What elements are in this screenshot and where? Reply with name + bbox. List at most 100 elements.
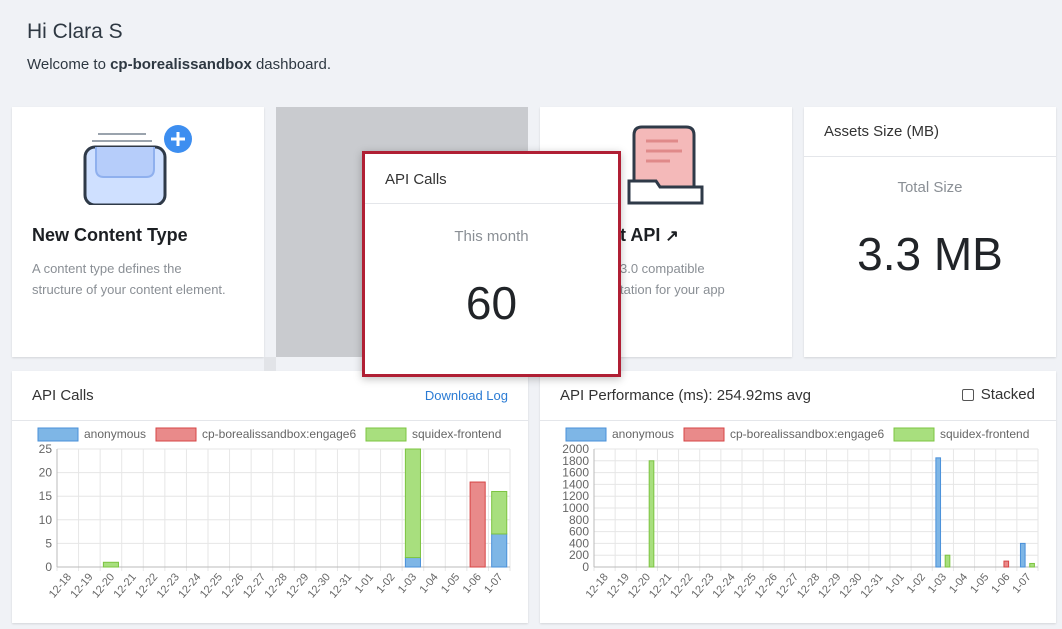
legend-label: squidex-frontend bbox=[412, 427, 501, 441]
api-calls-summary-title: API Calls bbox=[385, 171, 447, 188]
x-tick-label: 12-31 bbox=[858, 571, 885, 600]
x-tick-label: 12-23 bbox=[689, 571, 716, 600]
api-calls-chart: anonymous cp-borealissandbox:engage6 squid… bbox=[37, 427, 511, 600]
stacked-label: Stacked bbox=[980, 386, 1035, 403]
total-size-value: 3.3 MB bbox=[857, 228, 1003, 280]
legend-swatch bbox=[37, 427, 79, 442]
api-calls-summary-card[interactable]: API Calls This month 60 bbox=[362, 151, 621, 377]
y-tick-label: 15 bbox=[39, 489, 53, 503]
api-calls-chart-card: API Calls Download Log anonymous cp-borea… bbox=[12, 371, 528, 623]
x-tick-label: 12-27 bbox=[241, 571, 268, 600]
x-tick-label: 12-24 bbox=[176, 571, 203, 600]
x-tick-label: 12-28 bbox=[263, 571, 290, 600]
x-tick-label: 12-22 bbox=[668, 571, 695, 600]
x-tick-label: 12-30 bbox=[837, 571, 864, 600]
bar bbox=[469, 481, 486, 568]
legend-label: cp-borealissandbox:engage6 bbox=[202, 427, 356, 441]
total-size-label: Total Size bbox=[897, 179, 963, 196]
stacked-checkbox[interactable] bbox=[961, 388, 974, 401]
api-docs-desc-line1: 3.0 compatible bbox=[620, 261, 705, 276]
x-tick-label: 12-19 bbox=[605, 571, 632, 600]
this-month-label: This month bbox=[454, 228, 529, 245]
legend-label: anonymous bbox=[84, 427, 146, 441]
y-tick-label: 0 bbox=[45, 560, 52, 574]
x-tick-label: 1-04 bbox=[947, 571, 970, 596]
x-tick-label: 12-23 bbox=[155, 571, 182, 600]
x-tick-label: 1-01 bbox=[353, 571, 376, 596]
external-link-icon: ↗ bbox=[665, 228, 679, 245]
legend-swatch bbox=[565, 427, 607, 442]
x-tick-label: 12-22 bbox=[133, 571, 160, 600]
bar bbox=[944, 554, 951, 568]
bar bbox=[491, 490, 508, 535]
x-tick-label: 12-26 bbox=[219, 571, 246, 600]
legend-label: squidex-frontend bbox=[940, 427, 1029, 441]
new-content-type-title: New Content Type bbox=[32, 225, 188, 245]
assets-size-card: Assets Size (MB) Total Size 3.3 MB bbox=[804, 107, 1056, 357]
x-tick-label: 12-29 bbox=[284, 571, 311, 600]
x-tick-label: 12-18 bbox=[584, 571, 611, 600]
assets-size-title: Assets Size (MB) bbox=[824, 123, 940, 140]
x-tick-label: 1-06 bbox=[461, 571, 484, 596]
legend-swatch bbox=[683, 427, 725, 442]
new-content-type-description: A content type defines the structure of … bbox=[32, 261, 226, 297]
legend-swatch bbox=[155, 427, 197, 442]
x-tick-label: 12-25 bbox=[732, 571, 759, 600]
api-docs-desc-line2: tation for your app bbox=[620, 282, 725, 297]
legend-swatch bbox=[893, 427, 935, 442]
api-docs-title-text: t API bbox=[620, 225, 661, 245]
x-tick-label: 1-02 bbox=[374, 571, 397, 596]
bar bbox=[404, 448, 421, 559]
api-docs-description: 3.0 compatible tation for your app bbox=[620, 258, 790, 300]
x-tick-label: 12-20 bbox=[90, 571, 117, 600]
legend-label: cp-borealissandbox:engage6 bbox=[730, 427, 884, 441]
download-log-link[interactable]: Download Log bbox=[425, 388, 508, 403]
x-tick-label: 1-07 bbox=[482, 571, 505, 596]
bar bbox=[1003, 560, 1010, 568]
welcome-suffix: dashboard. bbox=[255, 56, 332, 73]
divider bbox=[804, 156, 1056, 157]
x-tick-label: 12-26 bbox=[753, 571, 780, 600]
y-tick-label: 5 bbox=[45, 536, 52, 550]
x-tick-label: 1-06 bbox=[989, 571, 1012, 596]
x-tick-label: 12-19 bbox=[68, 571, 95, 600]
welcome-text: Welcome to cp-borealissandbox dashboard. bbox=[27, 56, 331, 73]
background-gap bbox=[264, 357, 276, 371]
x-tick-label: 1-04 bbox=[417, 571, 440, 596]
greeting: Hi Clara S bbox=[27, 20, 123, 43]
x-tick-label: 12-29 bbox=[816, 571, 843, 600]
api-performance-chart: anonymous cp-borealissandbox:engage6 squid… bbox=[562, 427, 1039, 600]
app-name: cp-borealissandbox bbox=[110, 56, 252, 73]
x-tick-label: 1-05 bbox=[439, 571, 462, 596]
y-tick-label: 25 bbox=[39, 442, 53, 456]
x-tick-label: 12-21 bbox=[647, 571, 674, 600]
x-tick-label: 12-20 bbox=[626, 571, 653, 600]
x-tick-label: 12-24 bbox=[710, 571, 737, 600]
api-performance-title: API Performance (ms): 254.92ms avg bbox=[560, 387, 811, 404]
x-tick-label: 1-01 bbox=[884, 571, 907, 596]
bar bbox=[404, 557, 421, 568]
new-content-type-card[interactable]: New Content Type A content type defines … bbox=[12, 107, 264, 357]
bar bbox=[1029, 562, 1035, 568]
y-tick-label: 2000 bbox=[562, 442, 589, 456]
legend-swatch bbox=[365, 427, 407, 442]
divider bbox=[365, 203, 618, 204]
x-tick-label: 12-21 bbox=[112, 571, 139, 600]
welcome-prefix: Welcome to bbox=[27, 56, 106, 73]
x-tick-label: 1-02 bbox=[905, 571, 928, 596]
api-performance-chart-card: API Performance (ms): 254.92ms avg Stack… bbox=[540, 371, 1056, 623]
bar bbox=[648, 460, 655, 568]
api-docs-title: t API ↗ bbox=[620, 225, 679, 246]
bar bbox=[1019, 542, 1026, 568]
dashboard-header: Hi Clara S Welcome to cp-borealissandbox… bbox=[27, 20, 331, 73]
api-calls-chart-title: API Calls bbox=[32, 387, 94, 404]
content-type-icon bbox=[83, 125, 192, 205]
divider bbox=[12, 420, 528, 421]
stacked-toggle[interactable]: Stacked bbox=[961, 386, 1035, 403]
x-tick-label: 1-03 bbox=[396, 571, 419, 596]
bar bbox=[491, 533, 508, 568]
bar bbox=[935, 457, 942, 568]
x-tick-label: 1-07 bbox=[1010, 571, 1033, 596]
y-tick-label: 10 bbox=[39, 513, 53, 527]
x-tick-label: 12-27 bbox=[774, 571, 801, 600]
